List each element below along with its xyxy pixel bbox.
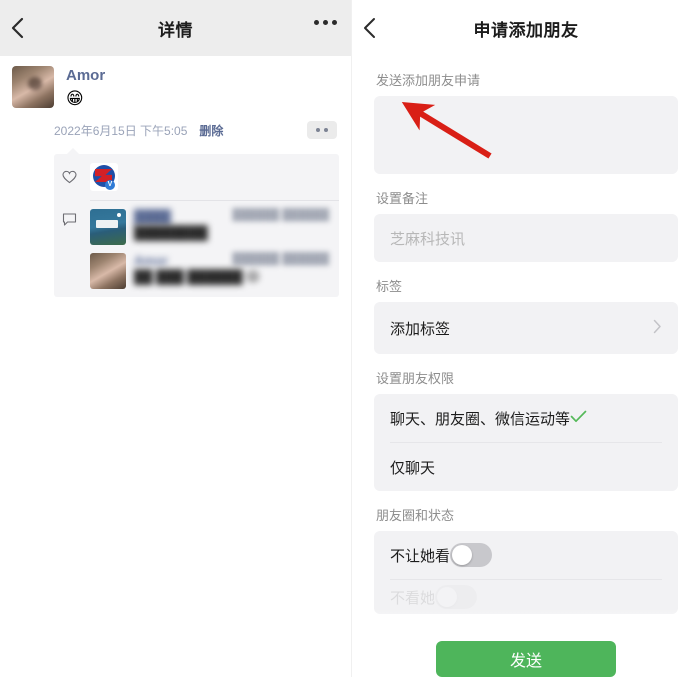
comment-header: Amor ██████ ██████ (134, 253, 329, 268)
comment-body: Amor ██████ ██████ ██ ███ ██████ 😄 (134, 253, 329, 289)
permission-option-full[interactable]: 聊天、朋友圈、微信运动等 (374, 394, 678, 442)
comment-author: Amor (134, 253, 168, 268)
comment-avatar-2 (90, 253, 126, 289)
add-friend-form: 发送添加朋友申请 设置备注 芝麻科技讯 标签 添加标签 设置朋友权限 聊天、朋友… (352, 70, 700, 614)
post-timestamp: 2022年6月15日 下午5:05 (54, 123, 188, 138)
left-phone-panel: 详情 Amor 😁 2022年6月15日 下午5:05 删除 V ████ ██… (0, 0, 351, 677)
liked-account-logo[interactable]: V (90, 163, 118, 191)
tags-label: 标签 (376, 279, 403, 294)
comment-avatar-1 (90, 209, 126, 245)
moments-group: 不让她看 不看她 (374, 531, 678, 614)
comment-emoji: 😄 (246, 269, 260, 284)
verified-badge: V (105, 180, 115, 190)
hide-my-moments-row[interactable]: 不让她看 (374, 531, 678, 579)
permission-option-label: 聊天、朋友圈、微信运动等 (390, 410, 571, 428)
list-item[interactable]: Amor ██████ ██████ ██ ███ ██████ 😄 (54, 253, 339, 297)
toggle-knob (452, 545, 473, 565)
comment-author: ████ (134, 209, 171, 224)
post-author-name[interactable]: Amor (66, 66, 339, 86)
comment-header: ████ ██████ ██████ (134, 209, 329, 224)
comment-date: ██████ ██████ (232, 209, 329, 221)
dot (324, 128, 328, 132)
heart-icon[interactable] (62, 170, 90, 184)
post-meta: 2022年6月15日 下午5:05 删除 (54, 120, 351, 140)
permissions-group: 聊天、朋友圈、微信运动等 仅聊天 (374, 394, 678, 491)
send-button[interactable]: 发送 (436, 641, 616, 677)
comment-bubble-icon (62, 209, 90, 226)
hide-my-moments-label: 不让她看 (390, 547, 451, 565)
post-text: 😁 (66, 89, 84, 108)
post-content: Amor 😁 (66, 66, 339, 110)
two-dots-action-icon[interactable] (307, 121, 337, 139)
page-title: 详情 (158, 20, 193, 40)
comment-text-body: ██ ███ ██████ (134, 269, 243, 284)
comment-body: ████ ██████ ██████ ████████ (134, 209, 329, 245)
left-navbar: 详情 (0, 0, 351, 56)
right-navbar: 申请添加朋友 (352, 0, 700, 56)
page-title: 申请添加朋友 (473, 20, 579, 40)
add-tag-label: 添加标签 (390, 320, 451, 338)
check-icon (570, 408, 587, 428)
send-button-bar: 发送 (352, 637, 700, 677)
list-item[interactable]: ████ ██████ ██████ ████████ (54, 201, 339, 253)
hide-their-moments-row[interactable]: 不看她 (374, 580, 678, 614)
request-message-label: 发送添加朋友申请 (376, 73, 481, 88)
post-header: Amor 😁 (0, 66, 351, 110)
comment-text: ████████ (134, 225, 208, 240)
hide-their-moments-label: 不看她 (390, 589, 436, 607)
permission-option-chat-only[interactable]: 仅聊天 (374, 443, 678, 491)
hide-their-moments-toggle[interactable] (435, 585, 478, 609)
moments-label: 朋友圈和状态 (376, 508, 455, 523)
likes-row: V (54, 154, 339, 200)
comment-text: ██ ███ ██████ 😄 (134, 269, 260, 284)
dot (332, 20, 337, 25)
chevron-right-icon (653, 319, 662, 337)
remark-input[interactable]: 芝麻科技讯 (374, 214, 678, 262)
request-message-input[interactable] (374, 96, 678, 174)
dot (323, 20, 328, 25)
avatar[interactable] (12, 66, 54, 108)
add-tag-row[interactable]: 添加标签 (374, 302, 678, 354)
comment-date: ██████ ██████ (232, 253, 329, 265)
toggle-knob (437, 587, 458, 607)
screenshot-root: 详情 Amor 😁 2022年6月15日 下午5:05 删除 V ████ ██… (0, 0, 700, 677)
dot (316, 128, 320, 132)
moment-post: Amor 😁 2022年6月15日 下午5:05 删除 V ████ █████… (0, 56, 351, 297)
remark-label: 设置备注 (376, 191, 429, 206)
permission-option-label: 仅聊天 (390, 459, 436, 477)
comment-icon-spacer (62, 253, 90, 289)
right-phone-panel: 申请添加朋友 发送添加朋友申请 设置备注 芝麻科技讯 标签 添加标签 设置朋友权… (351, 0, 700, 677)
permissions-label: 设置朋友权限 (376, 371, 455, 386)
delete-button[interactable]: 删除 (199, 122, 223, 139)
dot (314, 20, 319, 25)
more-dots-icon[interactable] (314, 20, 337, 25)
interaction-block: V ████ ██████ ██████ ████████ Amor █████… (54, 148, 339, 297)
hide-my-moments-toggle[interactable] (450, 543, 493, 567)
